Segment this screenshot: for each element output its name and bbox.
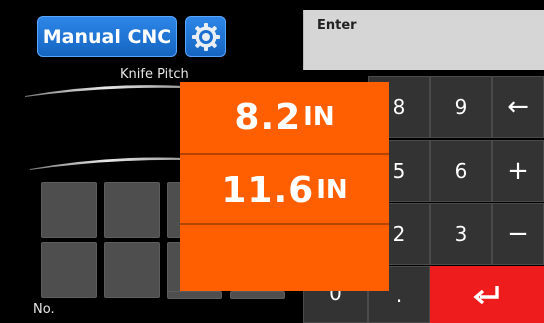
plus-key[interactable]: +: [492, 140, 544, 202]
grid-cell[interactable]: [230, 291, 285, 299]
pitch-value-row[interactable]: 11.6 IN: [180, 155, 389, 225]
grid-cell[interactable]: [167, 291, 222, 299]
grid-cell[interactable]: [41, 242, 97, 298]
manual-cnc-button[interactable]: Manual CNC: [37, 16, 177, 57]
grid-cell[interactable]: [104, 242, 160, 298]
minus-key[interactable]: −: [492, 203, 544, 265]
enter-label: Enter: [317, 18, 357, 33]
pitch-unit: IN: [316, 175, 348, 205]
pitch-value-row[interactable]: [180, 225, 389, 291]
return-arrow-icon: [473, 285, 499, 304]
key-6[interactable]: 6: [430, 140, 492, 202]
key-9[interactable]: 9: [430, 76, 492, 138]
pitch-values-popup: 8.2 IN 11.6 IN: [180, 82, 389, 291]
no-label: No.: [33, 302, 55, 317]
manual-cnc-label: Manual CNC: [42, 25, 172, 48]
grid-cell[interactable]: [167, 182, 181, 238]
grid-cell[interactable]: [41, 182, 97, 238]
cnc-screen: Manual CNC Knife Pitch No. Enter 8 9 ← 5…: [0, 0, 544, 323]
blade-bottom: [30, 157, 185, 170]
grid-cell[interactable]: [104, 182, 160, 238]
settings-button[interactable]: [185, 16, 226, 57]
plus-icon: +: [507, 156, 529, 186]
pitch-value-row[interactable]: 8.2 IN: [180, 82, 389, 152]
pitch-unit: IN: [303, 102, 335, 132]
enter-input-field[interactable]: Enter: [303, 10, 544, 70]
enter-key[interactable]: [430, 266, 544, 323]
gear-icon: [191, 22, 220, 51]
key-3[interactable]: 3: [430, 203, 492, 265]
minus-icon: −: [507, 219, 529, 249]
grid-cell[interactable]: [167, 242, 181, 298]
backspace-key[interactable]: ←: [492, 76, 544, 138]
blade-top: [25, 85, 185, 97]
backspace-icon: ←: [507, 92, 529, 122]
pitch-value: 11.6: [221, 169, 315, 211]
pitch-value: 8.2: [234, 96, 302, 138]
